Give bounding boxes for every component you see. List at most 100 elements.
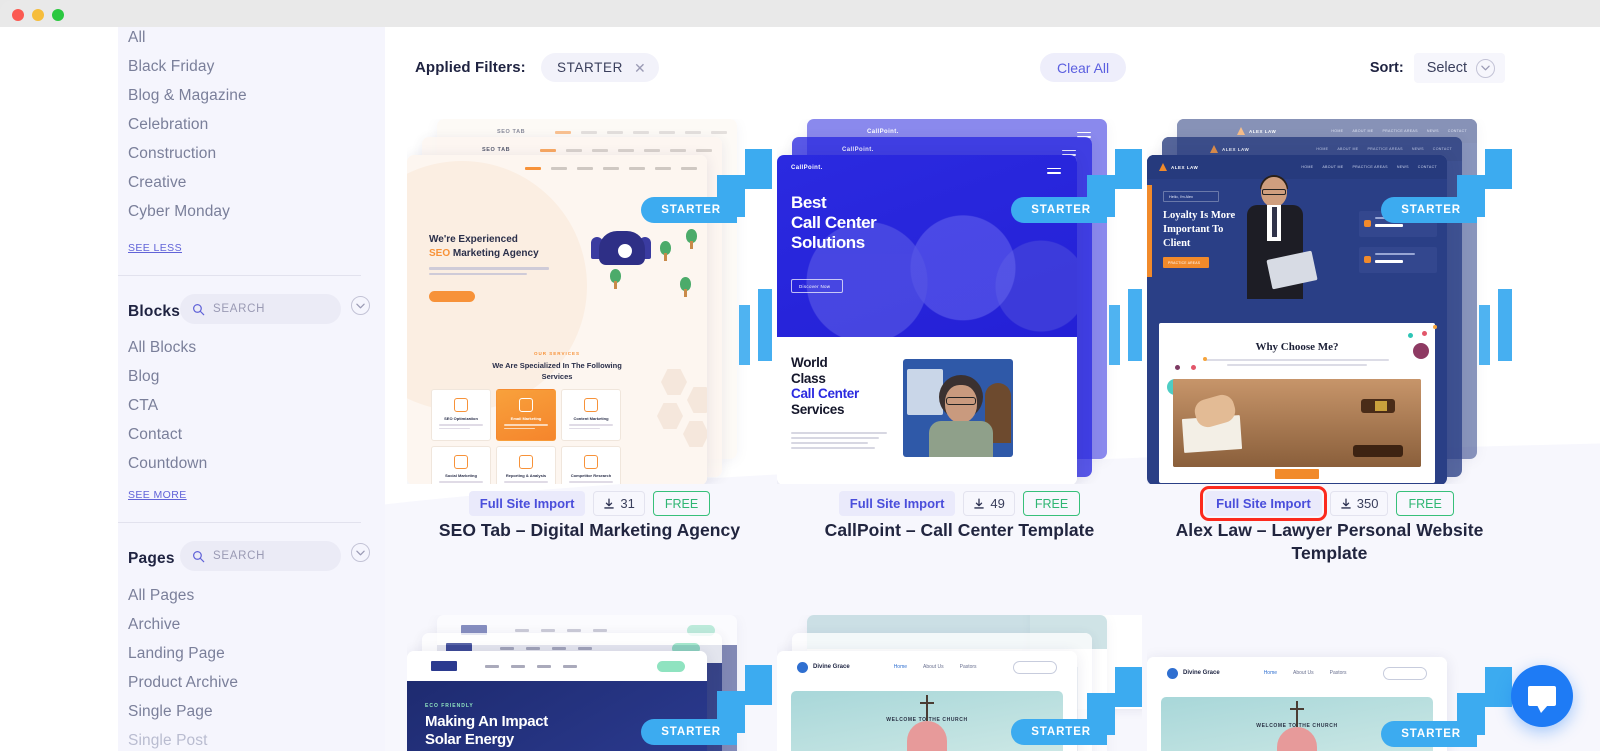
download-icon bbox=[604, 498, 615, 509]
template-card[interactable]: Church Divine bbox=[777, 615, 1142, 751]
sidebar-item-all-blocks[interactable]: All Blocks bbox=[118, 340, 196, 356]
preview-logo: CallPoint. bbox=[842, 147, 874, 153]
full-site-import-button[interactable]: Full Site Import bbox=[468, 491, 586, 516]
preview-eyebrow: ECO FRIENDLY bbox=[425, 703, 474, 709]
preview-section-heading: We Are Specialized In The Following Serv… bbox=[492, 361, 622, 381]
preview-eyebrow: Hello, I'm Alex bbox=[1169, 195, 1193, 199]
card-actions: Full Site Import 350 FREE bbox=[1147, 486, 1512, 521]
blocks-search-placeholder: SEARCH bbox=[213, 303, 266, 315]
preview-section-heading: World Class Call Center Services bbox=[791, 355, 859, 417]
full-site-import-button[interactable]: Full Site Import bbox=[838, 491, 956, 516]
pages-expand-button[interactable] bbox=[351, 543, 370, 562]
template-thumbnail[interactable]: SEO TAB SEO TAB We're Experienced SEO Ma… bbox=[407, 119, 772, 484]
blocks-see-more-link[interactable]: SEE MORE bbox=[128, 489, 187, 501]
window-zoom-button[interactable] bbox=[52, 9, 64, 21]
preview-logo: ALEX LAW bbox=[1249, 128, 1277, 134]
blocks-expand-button[interactable] bbox=[351, 296, 370, 315]
sidebar-item-landing-page[interactable]: Landing Page bbox=[118, 646, 225, 662]
preview-heading: Making An Impact Solar Energy bbox=[425, 713, 548, 748]
template-thumbnail[interactable]: ECO FRIENDLY Making An Impact Solar Energ… bbox=[407, 615, 772, 751]
price-badge: FREE bbox=[652, 491, 711, 516]
template-card[interactable]: ECO FRIENDLY Making An Impact Solar Energ… bbox=[407, 615, 772, 751]
preview-logo: ALEX LAW bbox=[1222, 146, 1250, 152]
price-badge: FREE bbox=[1396, 491, 1454, 516]
decorative-square bbox=[758, 289, 772, 361]
template-card[interactable]: ALEX LAW HOME ABOUT ME PRACTICE AREAS NEWS C… bbox=[1147, 119, 1512, 563]
blocks-search-input[interactable]: SEARCH bbox=[180, 294, 341, 324]
preview-logo: SEO TAB bbox=[497, 129, 526, 135]
status-badge: STARTER bbox=[1381, 197, 1477, 223]
template-thumbnail[interactable]: CallPoint. CallPoint. CallPoint. Best Ca… bbox=[777, 119, 1142, 484]
preview-logo: Divine Grace bbox=[1183, 670, 1220, 676]
template-card[interactable]: Divine Grace Home About Us Pastors WELCOME… bbox=[1147, 615, 1512, 751]
card-actions: Full Site Import 31 FREE bbox=[407, 491, 772, 516]
decorative-square bbox=[745, 665, 772, 705]
preview-section-heading: Why Choose Me? bbox=[1255, 341, 1339, 353]
sidebar-item-product-archive[interactable]: Product Archive bbox=[118, 675, 238, 691]
browser-window: All Black Friday Blog & Magazine Celebra… bbox=[0, 0, 1600, 751]
decorative-square bbox=[1128, 289, 1142, 361]
sort-select[interactable]: Select bbox=[1413, 53, 1505, 83]
status-badge: STARTER bbox=[1011, 197, 1107, 223]
preview-logo: SEO TAB bbox=[482, 147, 511, 153]
status-badge: STARTER bbox=[641, 719, 737, 745]
window-minimize-button[interactable] bbox=[32, 9, 44, 21]
blocks-title: Blocks bbox=[128, 303, 181, 320]
price-badge: FREE bbox=[1022, 491, 1081, 516]
preview-cta: Discover Now bbox=[799, 284, 831, 289]
decorative-square bbox=[745, 149, 772, 189]
template-thumbnail[interactable]: ALEX LAW HOME ABOUT ME PRACTICE AREAS NEWS C… bbox=[1147, 119, 1512, 484]
download-icon bbox=[974, 498, 985, 509]
pages-title: Pages bbox=[128, 550, 175, 567]
sidebar-item-single-page[interactable]: Single Page bbox=[118, 704, 213, 720]
categories-see-less-link[interactable]: SEE LESS bbox=[128, 242, 182, 254]
applied-filters-label: Applied Filters: bbox=[415, 59, 526, 76]
chat-widget-button[interactable] bbox=[1511, 665, 1573, 727]
sort-control: Sort: Select bbox=[1370, 53, 1505, 83]
download-count: 31 bbox=[593, 491, 645, 516]
template-title: CallPoint – Call Center Template bbox=[824, 520, 1095, 540]
full-site-import-button[interactable]: Full Site Import bbox=[1200, 486, 1327, 521]
preview-heading: We're Experienced SEO Marketing Agency bbox=[429, 234, 539, 259]
preview-cta: PRACTICE AREAS bbox=[1168, 260, 1201, 265]
preview-section-tag: OUR SERVICES bbox=[534, 351, 580, 356]
status-badge: STARTER bbox=[1011, 719, 1107, 745]
decorative-square bbox=[1115, 667, 1142, 707]
sidebar-divider-1 bbox=[118, 275, 361, 276]
template-title: SEO Tab – Digital Marketing Agency bbox=[438, 520, 741, 540]
sidebar-item-cta[interactable]: CTA bbox=[118, 398, 158, 414]
close-icon[interactable]: ✕ bbox=[634, 61, 646, 75]
window-close-button[interactable] bbox=[12, 9, 24, 21]
download-icon bbox=[1341, 498, 1351, 509]
template-gallery: Applied Filters: STARTER ✕ Clear All Sor… bbox=[385, 27, 1600, 751]
sidebar-item-contact[interactable]: Contact bbox=[118, 427, 182, 443]
app-viewport: All Black Friday Blog & Magazine Celebra… bbox=[0, 27, 1600, 751]
sidebar-item-all-pages[interactable]: All Pages bbox=[118, 588, 194, 604]
sort-selected-value: Select bbox=[1426, 60, 1467, 76]
active-filter-chip-starter[interactable]: STARTER ✕ bbox=[541, 53, 659, 82]
preview-logo: CallPoint. bbox=[867, 129, 899, 135]
blocks-group-header: Blocks SEARCH bbox=[118, 294, 385, 329]
sidebar-item-blog[interactable]: Blog bbox=[118, 369, 159, 385]
decorative-square bbox=[1115, 149, 1142, 189]
template-card[interactable]: CallPoint. CallPoint. CallPoint. Best Ca… bbox=[777, 119, 1142, 540]
clear-all-button[interactable]: Clear All bbox=[1040, 53, 1127, 82]
sidebar-item-single-post[interactable]: Single Post bbox=[118, 733, 208, 749]
status-badge: STARTER bbox=[1381, 721, 1477, 747]
template-card[interactable]: SEO TAB SEO TAB We're Experienced SEO Ma… bbox=[407, 119, 772, 540]
sidebar-item-cyber-monday[interactable]: Cyber Monday bbox=[118, 195, 230, 229]
template-thumbnail[interactable]: Church Divine bbox=[777, 615, 1142, 751]
preview-heading: Loyalty Is More Important To Client bbox=[1163, 210, 1236, 250]
sort-label: Sort: bbox=[1369, 60, 1404, 76]
download-count-value: 31 bbox=[620, 496, 635, 511]
pages-search-input[interactable]: SEARCH bbox=[180, 541, 341, 571]
sidebar-item-archive[interactable]: Archive bbox=[118, 617, 180, 633]
status-badge: STARTER bbox=[641, 197, 737, 223]
preview-logo: ALEX LAW bbox=[1171, 164, 1199, 170]
pages-group-header: Pages SEARCH bbox=[118, 541, 385, 576]
download-count: 49 bbox=[963, 491, 1015, 516]
page-left-gutter bbox=[0, 27, 118, 751]
search-icon bbox=[193, 303, 205, 315]
sidebar-item-countdown[interactable]: Countdown bbox=[118, 456, 207, 472]
template-thumbnail[interactable]: Divine Grace Home About Us Pastors WELCOME… bbox=[1147, 615, 1512, 751]
